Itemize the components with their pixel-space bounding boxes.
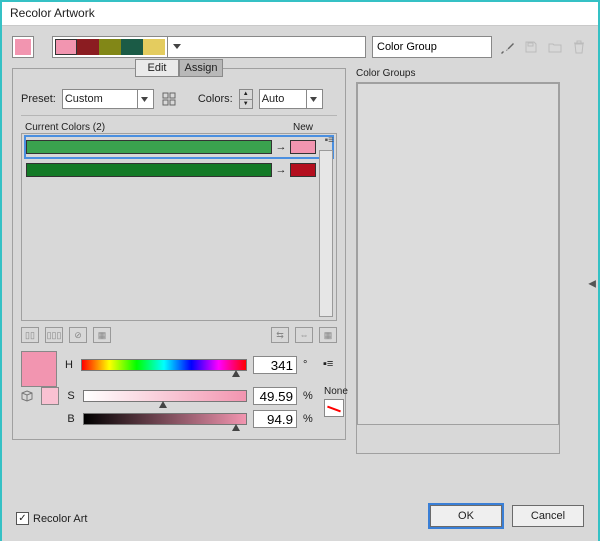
- hue-label: H: [63, 359, 75, 371]
- cube-icon[interactable]: [21, 390, 35, 402]
- merge-colors-icon[interactable]: ▯▯: [21, 327, 39, 343]
- swatches-icon[interactable]: ▦: [319, 327, 337, 343]
- dialog-title: Recolor Artwork: [2, 2, 598, 26]
- separate-colors-icon[interactable]: ▯▯▯: [45, 327, 63, 343]
- tab-bar: Edit Assign: [135, 59, 223, 77]
- web-safe-swatch[interactable]: [41, 387, 59, 405]
- harmony-chip: [99, 39, 121, 55]
- ok-button[interactable]: OK: [430, 505, 502, 527]
- assign-panel: Edit Assign Preset: Custom Colors: ▲▼: [12, 68, 346, 440]
- bri-label: B: [65, 413, 77, 425]
- colors-value: Auto: [262, 93, 285, 105]
- arrow-icon[interactable]: →: [272, 141, 290, 153]
- recolor-art-label: Recolor Art: [33, 513, 87, 525]
- preset-value: Custom: [65, 93, 103, 105]
- eyedropper-icon[interactable]: [498, 38, 516, 56]
- new-row-icon[interactable]: ▦: [93, 327, 111, 343]
- bri-slider[interactable]: [83, 413, 247, 425]
- current-colors-header: Current Colors (2): [25, 122, 105, 133]
- recolor-art-checkbox[interactable]: ✓ Recolor Art: [16, 512, 87, 525]
- harmony-chip: [55, 39, 77, 55]
- sat-input[interactable]: [253, 387, 297, 405]
- bri-unit: %: [303, 413, 317, 425]
- hue-unit: °: [303, 359, 317, 371]
- tab-assign[interactable]: Assign: [179, 59, 223, 77]
- colors-dropdown[interactable]: Auto: [259, 89, 323, 109]
- harmony-chip: [121, 39, 143, 55]
- color-reduction-options-icon[interactable]: [160, 90, 178, 108]
- color-groups-panel: [356, 82, 560, 454]
- color-preview-swatch[interactable]: [21, 351, 57, 387]
- new-colors-header: New: [293, 122, 313, 133]
- none-label: None: [324, 386, 348, 397]
- save-group-icon[interactable]: [522, 38, 540, 56]
- none-color-icon[interactable]: [324, 399, 344, 417]
- color-row[interactable]: →: [26, 137, 332, 157]
- find-tint-icon[interactable]: ⇆: [271, 327, 289, 343]
- hue-slider[interactable]: [81, 359, 247, 371]
- new-color-swatch[interactable]: [290, 163, 316, 177]
- new-color-swatch[interactable]: [290, 140, 316, 154]
- chevron-down-icon: [137, 90, 151, 108]
- flyout-icon[interactable]: ▪≡: [323, 358, 337, 372]
- sat-slider[interactable]: [83, 390, 247, 402]
- color-row[interactable]: →: [26, 160, 332, 180]
- checkmark-icon: ✓: [16, 512, 29, 525]
- chevron-down-icon: [306, 90, 320, 108]
- sat-label: S: [65, 390, 77, 402]
- flyout-menu-icon[interactable]: ▪≡: [325, 135, 334, 146]
- color-list: ▪≡ → →: [21, 133, 337, 321]
- colors-stepper[interactable]: ▲▼: [239, 89, 253, 109]
- new-folder-icon[interactable]: [546, 38, 564, 56]
- trash-icon[interactable]: [570, 38, 588, 56]
- active-color-swatch[interactable]: [12, 36, 34, 58]
- arrow-icon[interactable]: →: [272, 164, 290, 176]
- preset-label: Preset:: [21, 93, 56, 105]
- colors-label: Colors:: [198, 93, 233, 105]
- sat-unit: %: [303, 390, 317, 402]
- color-groups-label: Color Groups: [356, 68, 588, 79]
- cancel-button[interactable]: Cancel: [512, 505, 584, 527]
- hue-input[interactable]: [253, 356, 297, 374]
- preset-dropdown[interactable]: Custom: [62, 89, 154, 109]
- exclude-colors-icon[interactable]: ⊘: [69, 327, 87, 343]
- harmony-dropdown[interactable]: [52, 36, 366, 58]
- recolor-artwork-dialog: Recolor Artwork: [0, 0, 600, 541]
- current-color-bar[interactable]: [26, 163, 272, 177]
- dialog-content: Edit Assign Preset: Custom Colors: ▲▼: [2, 26, 598, 541]
- chevron-down-icon[interactable]: [167, 37, 185, 57]
- tab-edit[interactable]: Edit: [135, 59, 179, 77]
- find-shade-icon[interactable]: ⇔: [295, 327, 313, 343]
- color-group-name-input[interactable]: [372, 36, 492, 58]
- harmony-chip: [143, 39, 165, 55]
- bri-input[interactable]: [253, 410, 297, 428]
- hsb-controls: H ° ▪≡ S: [21, 351, 337, 430]
- color-groups-list[interactable]: [357, 83, 559, 425]
- expand-panel-icon[interactable]: ◀: [588, 278, 596, 289]
- harmony-chip: [77, 39, 99, 55]
- scrollbar[interactable]: [319, 150, 333, 317]
- current-color-bar[interactable]: [26, 140, 272, 154]
